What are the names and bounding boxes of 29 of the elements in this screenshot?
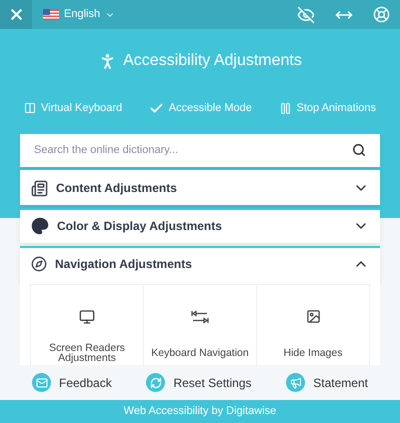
option-tile[interactable]: Hide Images: [257, 284, 369, 365]
panel-title: Accessibility Adjustments: [123, 51, 302, 71]
section-header[interactable]: Color & Display Adjustments: [20, 208, 380, 242]
eye-off-icon[interactable]: [297, 6, 315, 24]
envelope-icon: [32, 373, 51, 392]
footer-link[interactable]: Reset Settings: [146, 373, 252, 392]
compass-icon: [31, 256, 47, 272]
credit-text: Web Accessibility by Digitawise: [124, 404, 276, 420]
monitor-icon: [79, 308, 95, 324]
option-tile[interactable]: Screen Readers Adjustments: [31, 284, 143, 365]
panel-icon: [24, 102, 36, 114]
lifebuoy-icon[interactable]: [373, 6, 390, 23]
refresh-icon: [146, 373, 166, 392]
megaphone-icon: [286, 373, 306, 392]
footer-link[interactable]: Feedback: [32, 373, 112, 392]
section-header[interactable]: Navigation Adjustments: [20, 246, 380, 280]
flag-icon: [43, 9, 59, 20]
search-icon[interactable]: [352, 143, 366, 157]
pause-icon: [278, 102, 292, 115]
option-tile[interactable]: Keyboard Navigation: [144, 284, 256, 365]
palette-icon: [31, 217, 49, 235]
arrows-icon: [191, 310, 209, 324]
search-field[interactable]: Search the online dictionary...: [34, 142, 352, 158]
section-header[interactable]: Content Adjustments: [20, 170, 380, 204]
image-icon: [306, 309, 320, 324]
footer-link[interactable]: Statement: [286, 373, 368, 392]
search-box[interactable]: Search the online dictionary...: [20, 134, 380, 166]
close-button[interactable]: [0, 0, 32, 29]
newspaper-icon: [31, 180, 48, 196]
